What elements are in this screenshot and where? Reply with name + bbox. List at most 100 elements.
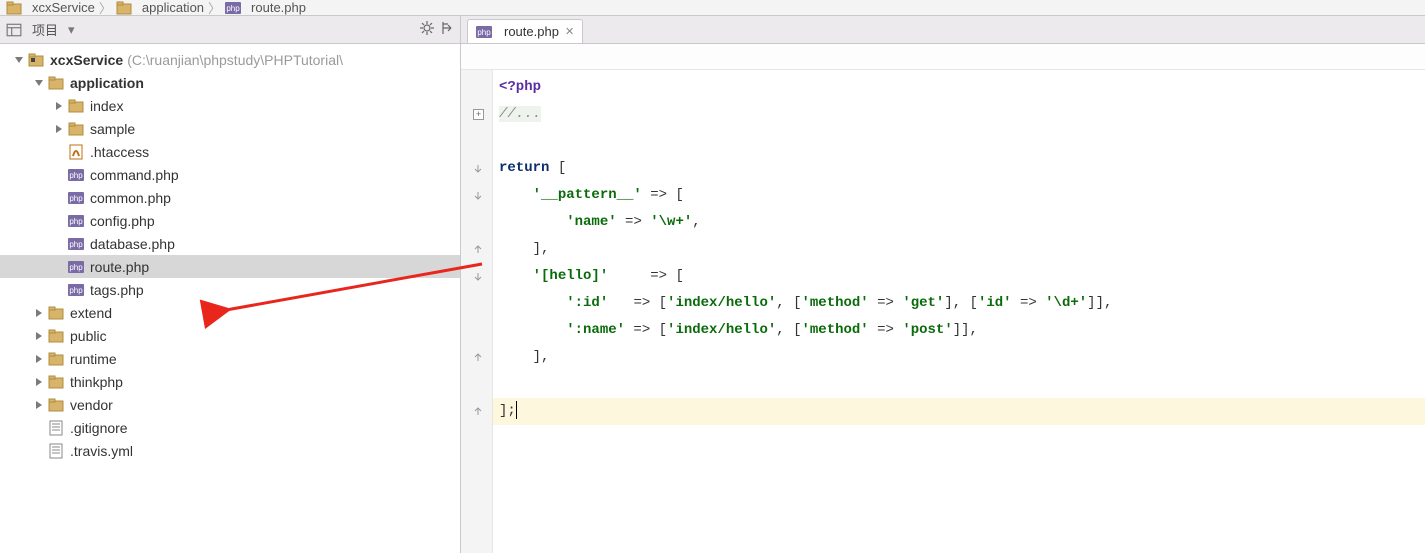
tree-item[interactable]: vendor xyxy=(0,393,460,416)
tab-label: route.php xyxy=(504,24,559,39)
breadcrumb: xcxService〉application〉route.php xyxy=(0,0,1425,16)
tree-label: xcxService xyxy=(50,52,123,68)
twisty-empty xyxy=(32,421,46,435)
tree-label: .gitignore xyxy=(70,420,128,436)
fold-collapse-icon[interactable] xyxy=(473,190,484,201)
code-line[interactable]: <?php xyxy=(493,74,1425,101)
tree-item[interactable]: .gitignore xyxy=(0,416,460,439)
tree-item[interactable]: .htaccess xyxy=(0,140,460,163)
tree-item[interactable]: tags.php xyxy=(0,278,460,301)
folder-icon xyxy=(48,374,64,390)
chevron-right-icon[interactable] xyxy=(32,329,46,343)
code-editor[interactable]: + <?php//... return [ '__pattern__' => [ … xyxy=(461,70,1425,553)
code-line[interactable]: ]; xyxy=(493,398,1425,425)
code-line[interactable]: //... xyxy=(493,101,1425,128)
project-header: 项目 ▾ xyxy=(0,16,460,44)
tree-item[interactable]: thinkphp xyxy=(0,370,460,393)
close-icon[interactable]: ✕ xyxy=(565,25,574,38)
code-area[interactable]: <?php//... return [ '__pattern__' => [ 'n… xyxy=(493,70,1425,553)
twisty-empty xyxy=(52,191,66,205)
code-line[interactable]: 'name' => '\w+', xyxy=(493,209,1425,236)
code-line[interactable] xyxy=(493,128,1425,155)
tree-item[interactable]: public xyxy=(0,324,460,347)
folder-icon xyxy=(48,351,64,367)
code-line[interactable]: return [ xyxy=(493,155,1425,182)
fold-expand-icon[interactable]: + xyxy=(473,109,484,120)
tree-label: extend xyxy=(70,305,112,321)
chevron-right-icon[interactable] xyxy=(52,122,66,136)
code-line[interactable]: ':name' => ['index/hello', ['method' => … xyxy=(493,317,1425,344)
tree-item[interactable]: sample xyxy=(0,117,460,140)
project-tree[interactable]: xcxService(C:\ruanjian\phpstudy\PHPTutor… xyxy=(0,44,460,553)
twisty-empty xyxy=(52,214,66,228)
twisty-empty xyxy=(52,145,66,159)
php-icon xyxy=(68,259,84,275)
twisty-empty xyxy=(52,283,66,297)
tree-item[interactable]: database.php xyxy=(0,232,460,255)
chevron-right-icon[interactable] xyxy=(32,375,46,389)
project-panel: 项目 ▾ xcxService(C:\ruanjian\phpstudy\PHP… xyxy=(0,16,461,553)
chevron-right-icon[interactable] xyxy=(52,99,66,113)
tree-label: route.php xyxy=(90,259,149,275)
project-title: 项目 xyxy=(32,20,58,39)
code-line[interactable] xyxy=(493,371,1425,398)
collapse-icon[interactable] xyxy=(440,21,454,38)
fold-collapse-icon[interactable] xyxy=(473,271,484,282)
tree-label: command.php xyxy=(90,167,179,183)
tree-item[interactable]: config.php xyxy=(0,209,460,232)
twisty-empty xyxy=(52,260,66,274)
text-icon xyxy=(48,420,64,436)
chevron-right-icon: 〉 xyxy=(208,0,221,16)
editor-gutter[interactable]: + xyxy=(461,70,493,553)
php-icon xyxy=(476,24,492,40)
folder-icon xyxy=(48,328,64,344)
chevron-right-icon: 〉 xyxy=(99,0,112,16)
code-line[interactable]: ':id' => ['index/hello', ['method' => 'g… xyxy=(493,290,1425,317)
breadcrumb-label: application xyxy=(142,0,204,15)
tree-label: common.php xyxy=(90,190,171,206)
gear-icon[interactable] xyxy=(420,21,434,38)
tree-item[interactable]: common.php xyxy=(0,186,460,209)
folder-icon xyxy=(68,98,84,114)
folder-icon xyxy=(28,52,44,68)
tree-path: (C:\ruanjian\phpstudy\PHPTutorial\ xyxy=(127,52,343,68)
breadcrumb-item[interactable]: application xyxy=(116,0,204,16)
breadcrumb-item[interactable]: route.php xyxy=(225,0,306,16)
tree-item[interactable]: runtime xyxy=(0,347,460,370)
tree-item[interactable]: index xyxy=(0,94,460,117)
code-line[interactable]: '[hello]' => [ xyxy=(493,263,1425,290)
chevron-right-icon[interactable] xyxy=(32,306,46,320)
htaccess-icon xyxy=(68,144,84,160)
fold-collapse-icon[interactable] xyxy=(473,244,484,255)
tree-item[interactable]: route.php xyxy=(0,255,460,278)
php-icon xyxy=(68,282,84,298)
tree-item[interactable]: command.php xyxy=(0,163,460,186)
twisty-empty xyxy=(32,444,46,458)
code-line[interactable]: '__pattern__' => [ xyxy=(493,182,1425,209)
tab-route-php[interactable]: route.php ✕ xyxy=(467,19,583,43)
tree-label: tags.php xyxy=(90,282,144,298)
chevron-right-icon[interactable] xyxy=(32,398,46,412)
tree-item[interactable]: xcxService(C:\ruanjian\phpstudy\PHPTutor… xyxy=(0,48,460,71)
tree-label: .htaccess xyxy=(90,144,149,160)
fold-collapse-icon[interactable] xyxy=(473,163,484,174)
fold-collapse-icon[interactable] xyxy=(473,406,484,417)
code-line[interactable]: ], xyxy=(493,236,1425,263)
tree-item[interactable]: .travis.yml xyxy=(0,439,460,462)
editor-strip xyxy=(461,44,1425,70)
tree-label: public xyxy=(70,328,107,344)
chevron-down-icon[interactable] xyxy=(32,76,46,90)
tree-item[interactable]: extend xyxy=(0,301,460,324)
chevron-right-icon[interactable] xyxy=(32,352,46,366)
breadcrumb-item[interactable]: xcxService xyxy=(6,0,95,16)
tree-label: thinkphp xyxy=(70,374,123,390)
folder-icon xyxy=(48,305,64,321)
dropdown-icon[interactable]: ▾ xyxy=(68,22,75,38)
fold-collapse-icon[interactable] xyxy=(473,352,484,363)
code-line[interactable]: ], xyxy=(493,344,1425,371)
chevron-down-icon[interactable] xyxy=(12,53,26,67)
twisty-empty xyxy=(52,237,66,251)
tree-label: sample xyxy=(90,121,135,137)
view-icon xyxy=(6,22,22,38)
tree-item[interactable]: application xyxy=(0,71,460,94)
